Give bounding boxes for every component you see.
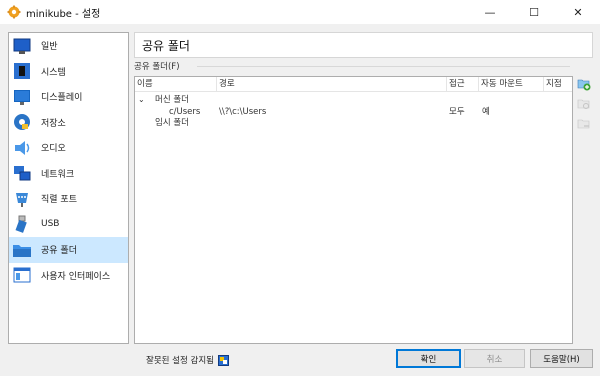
status-text: 잘못된 설정 감지됨 [146,356,214,366]
row-name: 머신 폴더 [155,95,189,105]
chevron-down-icon[interactable]: ⌄ [138,94,145,106]
sidebar-item-usb[interactable]: USB [9,212,128,238]
table-row-transient-folders[interactable]: 임시 폴더 [135,117,572,129]
page-title: 공유 폴더 [134,32,593,58]
shared-folders-table[interactable]: 이름 경로 접근 자동 마운트 지점 ⌄ 머신 폴더 c/Users \\?\c… [134,76,573,344]
table-header: 이름 경로 접근 자동 마운트 지점 [135,77,572,92]
column-header-name[interactable]: 이름 [135,77,217,92]
help-button[interactable]: 도움말(H) [530,349,593,368]
sidebar-item-network[interactable]: 네트워크 [9,161,128,187]
column-header-path[interactable]: 경로 [217,77,447,92]
sidebar-item-label: 네트워크 [41,169,75,180]
window-title: minikube - 설정 [26,8,101,20]
sidebar-item-label: USB [41,219,60,230]
settings-sidebar: 일반 시스템 디스플레이 저장소 오디오 네트워크 직렬 포트 USB 공유 폴… [8,32,129,344]
sidebar-item-audio[interactable]: 오디오 [9,135,128,161]
column-header-automount[interactable]: 자동 마운트 [479,77,544,92]
audio-icon [15,140,30,155]
close-button[interactable]: ✕ [556,0,600,24]
sidebar-item-label: 시스템 [41,67,66,78]
folder-action-toolbar [577,77,591,137]
shared-folders-group-label: 공유 폴더(F) [134,60,183,72]
sidebar-item-serial-port[interactable]: 직렬 포트 [9,186,128,212]
general-icon [13,38,31,54]
sidebar-item-storage[interactable]: 저장소 [9,110,128,136]
usb-icon [15,215,27,234]
sidebar-item-label: 일반 [41,42,58,53]
sidebar-item-label: 사용자 인터페이스 [41,271,111,282]
cancel-button[interactable]: 취소 [464,349,525,368]
warning-icon[interactable] [217,354,229,366]
display-icon [14,89,30,105]
user-interface-icon [13,267,31,283]
sidebar-item-label: 저장소 [41,118,66,129]
edit-shared-folder-button[interactable] [577,97,591,111]
invalid-settings-status: 잘못된 설정 감지됨 [146,354,229,366]
sidebar-item-user-interface[interactable]: 사용자 인터페이스 [9,263,128,289]
sidebar-item-label: 공유 폴더 [41,246,77,257]
group-divider [197,66,570,67]
edit-folder-icon [577,99,590,109]
system-icon [14,63,30,80]
sidebar-item-general[interactable]: 일반 [9,33,128,59]
maximize-button[interactable]: ☐ [512,0,556,24]
minimize-button[interactable]: — [468,0,512,24]
sidebar-item-label: 직렬 포트 [41,195,77,206]
storage-icon [14,114,30,131]
sidebar-item-system[interactable]: 시스템 [9,59,128,85]
add-folder-icon [577,79,591,91]
column-header-mount-point[interactable]: 지점 [544,77,574,92]
table-row-machine-folders[interactable]: ⌄ 머신 폴더 [135,94,572,106]
remove-folder-icon [577,119,590,129]
network-icon [14,166,31,181]
ok-button[interactable]: 확인 [396,349,461,368]
shared-folder-icon [13,244,31,257]
sidebar-item-label: 디스플레이 [41,93,83,104]
remove-shared-folder-button[interactable] [577,117,591,131]
sidebar-item-display[interactable]: 디스플레이 [9,84,128,110]
column-header-access[interactable]: 접근 [447,77,479,92]
add-shared-folder-button[interactable] [577,77,591,91]
sidebar-item-label: 오디오 [41,144,66,155]
sidebar-item-shared-folders[interactable]: 공유 폴더 [9,237,128,263]
serial-port-icon [16,192,28,207]
row-name: 임시 폴더 [155,118,189,128]
settings-gear-icon [7,5,21,19]
title-bar: minikube - 설정 — ☐ ✕ [0,0,600,24]
